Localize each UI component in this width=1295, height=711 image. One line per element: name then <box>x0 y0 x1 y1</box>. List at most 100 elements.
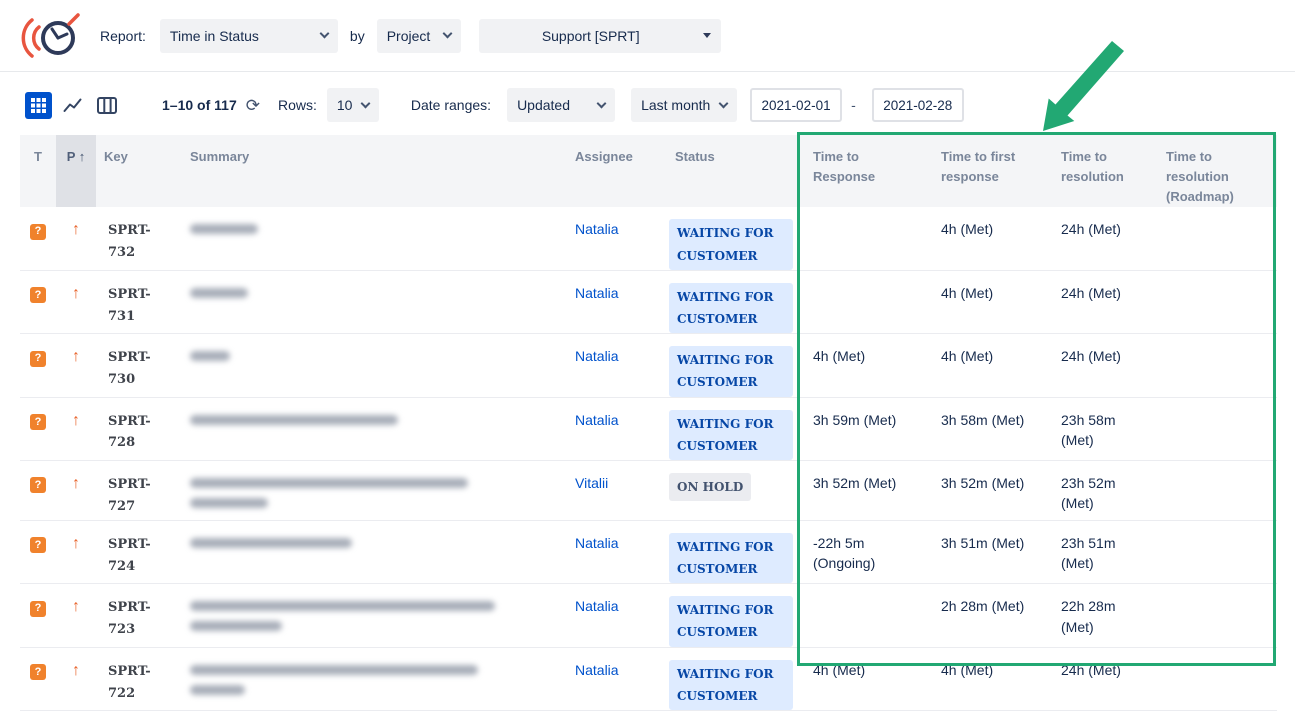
date-field-select[interactable]: Updated <box>507 88 615 122</box>
table-row[interactable]: ? ↑ SPRT-727 Vitalii ON HOLD 3h 52m (Met… <box>20 460 1277 520</box>
status-badge: WAITING FOR CUSTOMER <box>669 596 793 646</box>
column-header-time-to-first-response[interactable]: Time to first response <box>927 135 1047 207</box>
issue-key[interactable]: SPRT-723 <box>108 600 151 637</box>
issue-summary-blurred <box>190 601 561 631</box>
assignee-link[interactable]: Natalia <box>575 348 619 364</box>
by-label: by <box>350 28 365 44</box>
report-type-select[interactable]: Time in Status <box>160 19 338 53</box>
priority-up-icon: ↑ <box>72 475 80 492</box>
issue-key[interactable]: SPRT-724 <box>108 537 151 574</box>
column-header-time-to-response[interactable]: Time to Response <box>799 135 927 207</box>
table-row[interactable]: ? ↑ SPRT-731 Natalia WAITING FOR CUSTOME… <box>20 270 1277 333</box>
issue-key[interactable]: SPRT-728 <box>108 414 151 451</box>
status-badge: WAITING FOR CUSTOMER <box>669 410 793 460</box>
issue-type-question-icon: ? <box>30 537 46 553</box>
issue-key[interactable]: SPRT-730 <box>108 350 151 387</box>
time-to-resolution-roadmap-cell <box>1152 397 1277 460</box>
issue-summary-blurred <box>190 224 561 234</box>
refresh-icon: ⟳ <box>246 96 260 115</box>
time-to-first-response-cell: 3h 58m (Met) <box>927 397 1047 460</box>
rows-per-page-select[interactable]: 10 <box>327 88 379 122</box>
date-from-input[interactable] <box>750 88 842 122</box>
column-header-time-to-resolution-roadmap[interactable]: Time to resolution (Roadmap) <box>1152 135 1277 207</box>
issue-summary-blurred <box>190 351 561 361</box>
date-ranges-label: Date ranges: <box>411 97 491 113</box>
time-to-resolution-cell: 23h 58m (Met) <box>1047 397 1152 460</box>
issue-type-question-icon: ? <box>30 287 46 303</box>
column-header-type[interactable]: T <box>20 135 56 207</box>
status-badge: WAITING FOR CUSTOMER <box>669 533 793 583</box>
issue-key[interactable]: SPRT-732 <box>108 223 151 260</box>
time-to-resolution-cell: 22h 28m (Met) <box>1047 584 1152 647</box>
table-row[interactable]: ? ↑ SPRT-730 Natalia WAITING FOR CUSTOME… <box>20 334 1277 397</box>
assignee-link[interactable]: Natalia <box>575 412 619 428</box>
column-header-key[interactable]: Key <box>96 135 182 207</box>
assignee-link[interactable]: Natalia <box>575 221 619 237</box>
date-range-separator: - <box>851 97 856 113</box>
status-badge: WAITING FOR CUSTOMER <box>669 219 793 269</box>
report-label: Report: <box>100 28 146 44</box>
time-to-resolution-cell: 23h 52m (Met) <box>1047 460 1152 520</box>
scope-select[interactable]: Project <box>377 19 461 53</box>
status-badge: WAITING FOR CUSTOMER <box>669 660 793 710</box>
table-row[interactable]: ? ↑ SPRT-724 Natalia WAITING FOR CUSTOME… <box>20 520 1277 583</box>
table-row[interactable]: ? ↑ SPRT-722 Natalia WAITING FOR CUSTOME… <box>20 647 1277 710</box>
time-to-first-response-cell: 4h (Met) <box>927 270 1047 333</box>
scope-value: Project <box>387 28 431 44</box>
project-value: Support [SPRT] <box>489 28 693 44</box>
table-header-row: T P ↑ Key Summary Assignee Status Time t… <box>20 135 1277 207</box>
column-header-status[interactable]: Status <box>667 135 799 207</box>
issue-key[interactable]: SPRT-722 <box>108 664 151 701</box>
header-divider <box>0 71 1295 72</box>
priority-up-icon: ↑ <box>72 348 80 365</box>
issue-table-body: ? ↑ SPRT-732 Natalia WAITING FOR CUSTOME… <box>20 207 1277 710</box>
refresh-button[interactable]: ⟳ <box>246 97 260 114</box>
grid-view-button[interactable] <box>25 92 52 119</box>
assignee-link[interactable]: Natalia <box>575 598 619 614</box>
date-preset-select[interactable]: Last month <box>631 88 737 122</box>
assignee-link[interactable]: Natalia <box>575 662 619 678</box>
column-header-priority[interactable]: P ↑ <box>56 135 96 207</box>
view-switcher <box>25 92 120 119</box>
status-badge: ON HOLD <box>669 473 751 501</box>
chevron-down-icon <box>703 33 711 38</box>
issue-key[interactable]: SPRT-731 <box>108 287 151 324</box>
time-to-first-response-cell: 3h 51m (Met) <box>927 520 1047 583</box>
priority-up-icon: ↑ <box>72 221 80 238</box>
time-to-resolution-roadmap-cell <box>1152 334 1277 397</box>
time-to-resolution-cell: 24h (Met) <box>1047 334 1152 397</box>
priority-up-icon: ↑ <box>72 598 80 615</box>
issue-summary-blurred <box>190 665 561 695</box>
column-header-time-to-resolution[interactable]: Time to resolution <box>1047 135 1152 207</box>
time-to-resolution-roadmap-cell <box>1152 460 1277 520</box>
chevron-down-icon <box>597 98 607 108</box>
date-preset-value: Last month <box>641 97 710 113</box>
table-row[interactable]: ? ↑ SPRT-728 Natalia WAITING FOR CUSTOME… <box>20 397 1277 460</box>
priority-up-icon: ↑ <box>72 412 80 429</box>
assignee-link[interactable]: Vitalii <box>575 475 608 491</box>
column-header-assignee[interactable]: Assignee <box>567 135 667 207</box>
date-field-value: Updated <box>517 97 570 113</box>
time-to-response-cell <box>799 207 927 270</box>
time-to-response-cell: 3h 59m (Met) <box>799 397 927 460</box>
chevron-down-icon <box>442 29 452 39</box>
chart-view-button[interactable] <box>59 92 86 119</box>
pagination-text: 1–10 of 117 <box>162 97 237 113</box>
table-row[interactable]: ? ↑ SPRT-732 Natalia WAITING FOR CUSTOME… <box>20 207 1277 270</box>
date-to-input[interactable] <box>872 88 964 122</box>
time-to-resolution-roadmap-cell <box>1152 520 1277 583</box>
time-to-response-cell: -22h 5m (Ongoing) <box>799 520 927 583</box>
column-header-summary[interactable]: Summary <box>182 135 567 207</box>
issue-summary-blurred <box>190 538 561 548</box>
time-to-resolution-cell: 24h (Met) <box>1047 647 1152 710</box>
time-to-response-cell <box>799 270 927 333</box>
assignee-link[interactable]: Natalia <box>575 285 619 301</box>
table-row[interactable]: ? ↑ SPRT-723 Natalia WAITING FOR CUSTOME… <box>20 584 1277 647</box>
issue-type-question-icon: ? <box>30 601 46 617</box>
assignee-link[interactable]: Natalia <box>575 535 619 551</box>
priority-up-icon: ↑ <box>72 662 80 679</box>
project-select[interactable]: Support [SPRT] <box>479 19 721 53</box>
issue-key[interactable]: SPRT-727 <box>108 477 151 514</box>
board-view-button[interactable] <box>93 92 120 119</box>
rows-value: 10 <box>337 97 353 113</box>
